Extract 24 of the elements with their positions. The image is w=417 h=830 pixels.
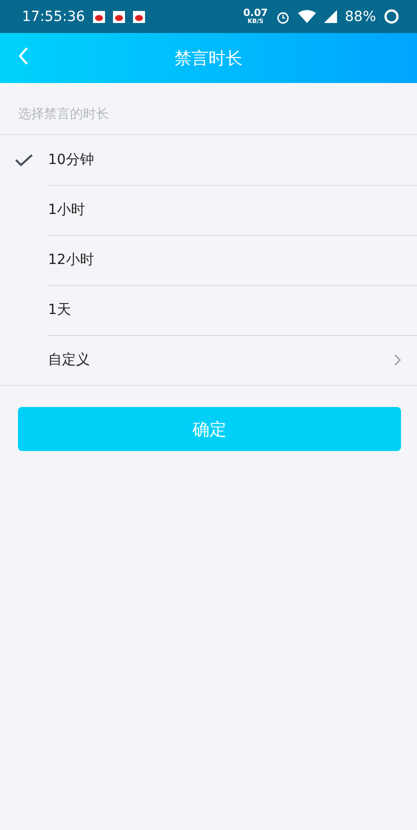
section-label: 选择禁言的时长: [0, 83, 417, 135]
option-label: 自定义: [48, 350, 91, 368]
wifi-icon: [298, 10, 316, 23]
duration-option[interactable]: 自定义: [0, 335, 417, 385]
duration-option[interactable]: 1小时: [0, 185, 417, 235]
alarm-icon: [276, 10, 290, 24]
notification-icon: [112, 10, 125, 22]
option-label: 1小时: [48, 200, 86, 218]
option-label: 12小时: [48, 250, 95, 268]
notification-icon: [92, 10, 105, 22]
option-label: 10分钟: [48, 150, 95, 168]
signal-icon: [324, 10, 337, 23]
status-time: 17:55:36: [22, 8, 85, 24]
chevron-icon: [394, 354, 401, 366]
net-speed: 0.07: [243, 8, 268, 18]
battery-level: 88%: [344, 8, 376, 24]
notification-icon: [132, 10, 145, 22]
duration-option[interactable]: 1天: [0, 285, 417, 335]
duration-option[interactable]: 10分钟: [0, 135, 417, 185]
back-icon: [18, 47, 29, 65]
duration-option[interactable]: 12小时: [0, 235, 417, 285]
option-label: 1天: [48, 300, 72, 318]
page-title: 禁言时长: [174, 48, 242, 70]
battery-icon: [384, 9, 399, 24]
